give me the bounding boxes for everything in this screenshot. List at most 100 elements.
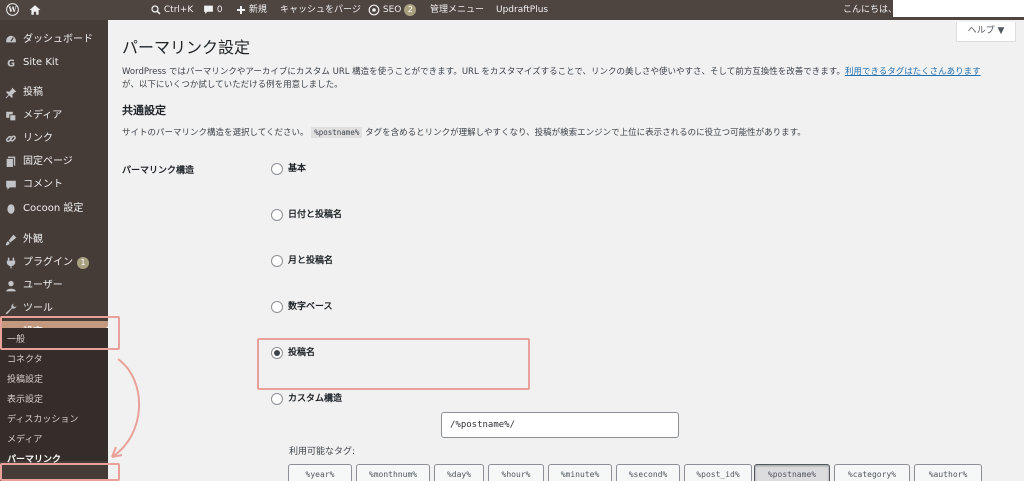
submenu-writing[interactable]: 投稿設定: [7, 371, 43, 389]
command-palette-button[interactable]: Ctrl+K: [151, 0, 193, 20]
submenu-connectors[interactable]: コネクタ: [7, 351, 43, 369]
new-content-button[interactable]: 新規: [236, 0, 267, 20]
option-label: 投稿名: [288, 348, 316, 358]
greeting[interactable]: こんにちは、: [843, 0, 897, 20]
tag-button-category[interactable]: %category%: [834, 464, 910, 481]
seo-label: SEO: [382, 5, 402, 15]
tool-icon: [5, 303, 17, 315]
comments-button[interactable]: 0: [203, 0, 223, 20]
plugin-icon: [6, 257, 16, 269]
common-desc-after: タグを含めるとリンクが理解しやすくなり、投稿が検索エンジンで上位に表示されるのに…: [365, 128, 806, 138]
radio-numeric[interactable]: [271, 301, 283, 313]
permalink-structure-label: パーマリンク構造: [122, 166, 195, 176]
intro-line-2: が、以下にいくつか試していただける例を用意しました。: [122, 80, 343, 90]
pin-icon: [5, 87, 17, 99]
tag-button-day[interactable]: %day%: [434, 464, 484, 481]
seo-gear-icon: [368, 4, 380, 15]
menu-posts[interactable]: 投稿: [0, 82, 108, 104]
media-icon: [6, 111, 17, 122]
updraftplus-button[interactable]: UpdraftPlus: [496, 0, 548, 20]
admin-sidebar: ダッシュボード G Site Kit 投稿 メディア リンク 固定ページ コメン…: [0, 20, 108, 481]
new-label: 新規: [248, 5, 267, 15]
option-label: 日付と投稿名: [288, 210, 343, 220]
account-avatar-area[interactable]: [893, 0, 1024, 17]
submenu-general[interactable]: 一般: [7, 331, 25, 349]
menu-label: ユーザー: [23, 280, 63, 291]
tag-button-monthnum[interactable]: %monthnum%: [356, 464, 430, 481]
shortcut-label: Ctrl+K: [163, 5, 194, 15]
svg-text:G: G: [7, 59, 15, 69]
wordpress-logo-icon[interactable]: W: [6, 0, 19, 20]
seo-badge: 2: [404, 3, 417, 16]
purge-cache-button[interactable]: キャッシュをパージ: [280, 0, 361, 20]
menu-links[interactable]: リンク: [0, 128, 108, 150]
menu-media[interactable]: メディア: [0, 105, 108, 127]
menu-label: メディア: [23, 110, 63, 121]
menu-cocoon-settings[interactable]: Cocoon 設定: [0, 198, 108, 220]
common-settings-heading: 共通設定: [122, 104, 166, 117]
radio-plain[interactable]: [271, 163, 283, 175]
page-icon: [5, 156, 16, 168]
tag-button-year[interactable]: %year%: [288, 464, 352, 481]
menu-pages[interactable]: 固定ページ: [0, 151, 108, 173]
plugin-update-badge: 1: [77, 257, 89, 269]
menu-comments[interactable]: コメント: [0, 174, 108, 196]
intro-line-1: WordPress ではパーマリンクやアーカイブにカスタム URL 構造を使うこ…: [122, 67, 845, 77]
radio-custom-structure[interactable]: [271, 393, 283, 405]
menu-label: 固定ページ: [23, 156, 73, 167]
main-content: ヘルプ ▼ パーマリンク設定 WordPress ではパーマリンクやアーカイブに…: [108, 20, 1024, 481]
radio-post-name[interactable]: [271, 347, 283, 359]
tag-button-post-id[interactable]: %post_id%: [684, 464, 752, 481]
comment-icon: [6, 180, 16, 190]
submenu-discussion[interactable]: ディスカッション: [7, 411, 78, 429]
menu-label: コメント: [23, 179, 63, 190]
menu-label: ダッシュボード: [23, 34, 93, 45]
page-title: パーマリンク設定: [122, 38, 251, 57]
option-label: 基本: [288, 164, 307, 174]
menu-plugins[interactable]: プラグイン 1: [0, 252, 108, 274]
annotation-arrow-icon: [111, 358, 140, 458]
seo-menu-button[interactable]: SEO 2: [368, 0, 417, 20]
radio-day-and-name[interactable]: [271, 209, 283, 221]
sitekit-icon: G: [7, 59, 15, 69]
available-tags: %year% %monthnum% %day% %hour% %minute% …: [288, 464, 1024, 481]
tag-button-author[interactable]: %author%: [914, 464, 982, 481]
option-label: 月と投稿名: [288, 256, 334, 266]
link-icon: [5, 135, 16, 143]
admin-menu-button[interactable]: 管理メニュー: [430, 0, 484, 20]
menu-label: プラグイン: [23, 257, 73, 268]
tag-button-postname[interactable]: %postname%: [754, 464, 830, 481]
menu-label: 外観: [23, 234, 43, 245]
user-icon: [6, 280, 16, 292]
postname-code: %postname%: [311, 127, 363, 138]
plus-icon: [237, 5, 245, 14]
tag-button-hour[interactable]: %hour%: [488, 464, 544, 481]
option-label: 数字ベース: [288, 302, 333, 312]
custom-structure-input[interactable]: /%postname%/: [441, 412, 679, 438]
submenu-media[interactable]: メディア: [7, 431, 42, 449]
menu-appearance[interactable]: 外観: [0, 229, 108, 251]
menu-tools[interactable]: ツール: [0, 298, 108, 320]
common-desc-before: サイトのパーマリンク構造を選択してください。: [122, 128, 309, 138]
menu-label: Cocoon 設定: [23, 203, 84, 214]
appearance-icon: [5, 234, 17, 246]
option-label: カスタム構造: [288, 394, 343, 404]
available-tags-link[interactable]: 利用できるタグはたくさんあります: [845, 67, 981, 77]
admin-bar: W Ctrl+K 0 新規 キャッシュをパージ SEO 2 管理メニュー Upd…: [0, 0, 1024, 20]
menu-site-kit[interactable]: G Site Kit: [0, 52, 108, 74]
menu-label: Site Kit: [23, 57, 59, 68]
submenu-permalinks[interactable]: パーマリンク: [7, 451, 61, 469]
tag-button-minute[interactable]: %minute%: [548, 464, 612, 481]
radio-month-and-name[interactable]: [271, 255, 283, 267]
menu-users[interactable]: ユーザー: [0, 275, 108, 297]
intro-text: WordPress ではパーマリンクやアーカイブにカスタム URL 構造を使うこ…: [122, 66, 981, 92]
tag-button-second[interactable]: %second%: [616, 464, 680, 481]
search-icon: [151, 4, 161, 15]
dashboard-icon: [6, 35, 16, 43]
help-button[interactable]: ヘルプ ▼: [956, 22, 1016, 42]
home-icon[interactable]: [29, 0, 41, 20]
submenu-reading[interactable]: 表示設定: [7, 391, 43, 409]
menu-dashboard[interactable]: ダッシュボード: [0, 29, 108, 51]
cocoon-icon: [7, 204, 15, 214]
comment-bubble-icon: [204, 5, 213, 14]
